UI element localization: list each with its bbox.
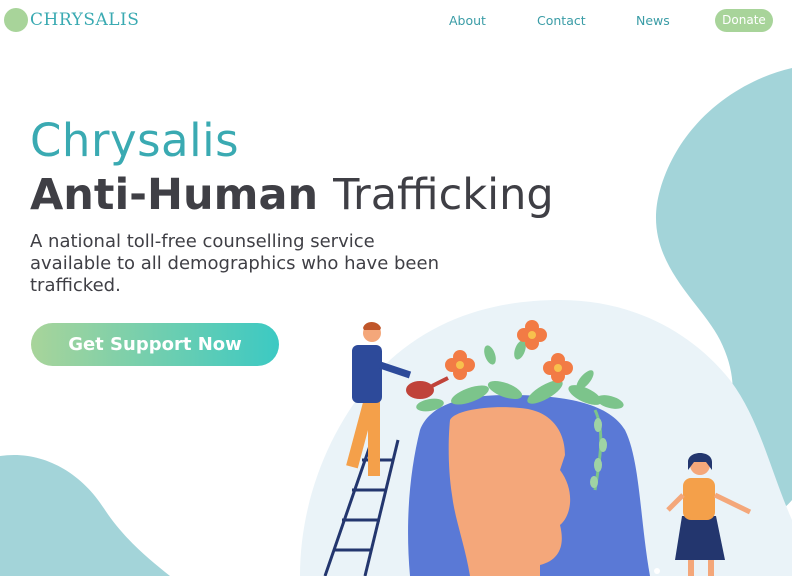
ladder-icon bbox=[323, 439, 400, 576]
flower-icon bbox=[445, 320, 573, 383]
person-head-with-flowers-illustration bbox=[323, 320, 752, 576]
woman-figure-icon bbox=[666, 453, 752, 576]
